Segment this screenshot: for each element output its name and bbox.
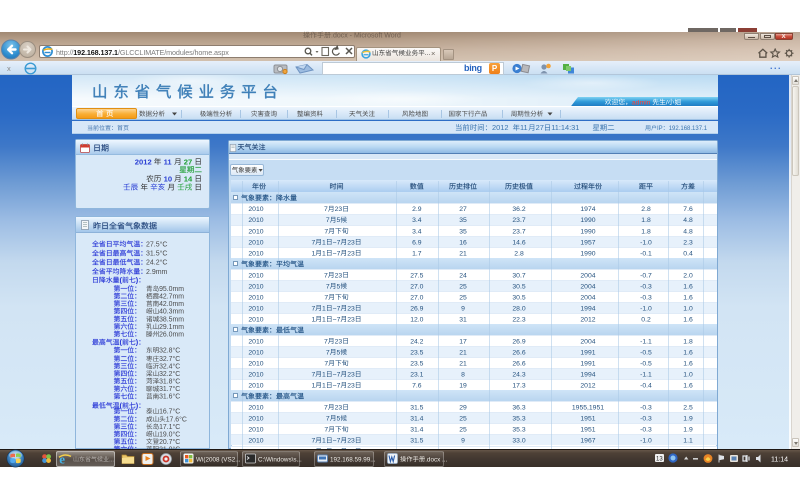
svg-text:13: 13: [656, 457, 663, 463]
svg-text:e: e: [59, 452, 65, 466]
